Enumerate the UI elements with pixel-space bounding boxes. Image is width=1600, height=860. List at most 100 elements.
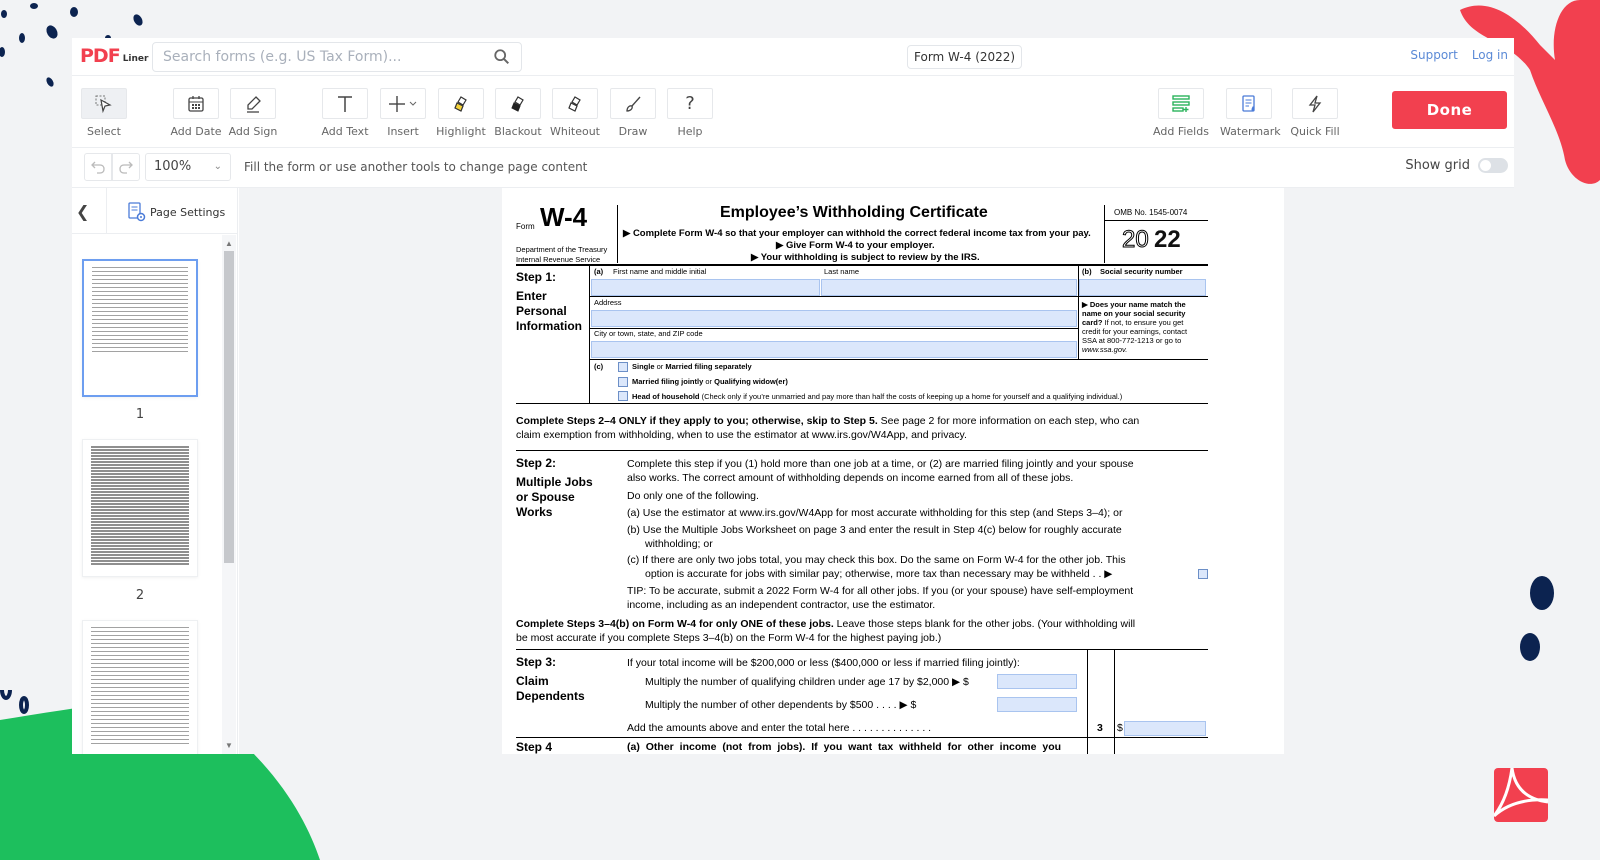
filing-head-household-checkbox[interactable] <box>618 391 628 401</box>
tool-blackout-label: Blackout <box>494 125 542 138</box>
page-thumbnails: 1 2 <box>72 235 222 754</box>
step3-line-total: Add the amounts above and enter the tota… <box>627 722 932 734</box>
tool-add-fields[interactable]: Add Fields <box>1152 88 1210 138</box>
pdf-app-icon <box>1494 768 1548 822</box>
children-amount-input[interactable] <box>997 674 1077 689</box>
login-link[interactable]: Log in <box>1472 48 1508 62</box>
decor-navy-blobs-right <box>1520 576 1554 661</box>
ssn-note-6: www.ssa.gov. <box>1082 345 1128 354</box>
paint-brush-icon <box>626 96 641 112</box>
filing-0-bold2: Married filing separately <box>665 362 752 371</box>
tool-add-text-label: Add Text <box>321 125 369 138</box>
total-dollar-sign: $ <box>1117 722 1123 734</box>
tool-help-label: Help <box>677 125 703 138</box>
ssn-input[interactable] <box>1079 279 1206 296</box>
ssn-note-3: If not, to ensure you get <box>1102 318 1184 327</box>
step2-option-b1: (b) Use the Multiple Jobs Worksheet on p… <box>627 524 1122 536</box>
zoom-select[interactable]: 100% ⌄ <box>145 153 231 181</box>
collapse-sidebar-icon[interactable]: ❮ <box>76 202 89 221</box>
filing-1-mid: or <box>703 377 715 386</box>
step1-title: Step 1: <box>516 270 557 284</box>
field-b-label: (b) <box>1082 267 1092 276</box>
show-grid-toggle[interactable] <box>1478 158 1508 173</box>
tool-select-label: Select <box>87 125 121 138</box>
pdfliner-logo[interactable]: PDF Liner <box>80 46 148 66</box>
page-number-2: 2 <box>135 588 145 603</box>
step2-option-c1: (c) If there are only two jobs total, yo… <box>627 554 1126 566</box>
blackout-brush-icon <box>511 95 524 112</box>
step2-title: Step 2: <box>516 456 557 470</box>
tool-select[interactable]: Select <box>75 88 133 138</box>
step1-name-2: Personal <box>516 304 567 318</box>
ssn-note-3-bold: card? <box>1082 318 1103 327</box>
support-link[interactable]: Support <box>1410 48 1457 62</box>
lightning-icon <box>1308 95 1322 112</box>
tool-whiteout-label: Whiteout <box>550 125 600 138</box>
tool-add-sign-label: Add Sign <box>228 125 278 138</box>
filing-single-checkbox[interactable] <box>618 362 628 372</box>
tool-insert[interactable]: Insert <box>374 88 432 138</box>
hint-text: Fill the form or use another tools to ch… <box>244 160 588 174</box>
tool-draw[interactable]: Draw <box>604 88 662 138</box>
first-name-label: First name and middle initial <box>613 267 707 276</box>
page-settings-button[interactable]: Page Settings <box>128 202 225 222</box>
field-a-label: (a) <box>594 267 604 276</box>
filing-2-bold1: Head of household <box>632 392 700 401</box>
page-thumbnail-1[interactable] <box>82 259 198 397</box>
tool-watermark-label: Watermark <box>1220 125 1281 138</box>
search-input[interactable] <box>163 49 493 65</box>
tool-blackout[interactable]: Blackout <box>489 88 547 138</box>
tool-add-sign[interactable]: Add Sign <box>224 88 282 138</box>
add-fields-icon <box>1172 94 1190 112</box>
step4-title: Step 4 <box>516 740 553 754</box>
step2-tip-2: income, including as an independent cont… <box>627 599 936 611</box>
redo-button[interactable] <box>112 153 140 181</box>
other-dependents-amount-input[interactable] <box>997 697 1077 712</box>
tool-help[interactable]: ? Help <box>661 88 719 138</box>
whiteout-brush-icon <box>568 95 581 112</box>
undo-button[interactable] <box>84 153 112 181</box>
steps34-note-rest: Leave those steps blank for the other jo… <box>833 618 1136 630</box>
address-input[interactable] <box>591 310 1077 327</box>
tool-whiteout[interactable]: Whiteout <box>546 88 604 138</box>
step1-name-3: Information <box>516 319 582 333</box>
two-jobs-checkbox[interactable] <box>1198 569 1208 579</box>
filing-1-bold2: Qualifying widow(er) <box>714 377 788 386</box>
tool-quick-fill[interactable]: Quick Fill <box>1286 88 1344 138</box>
question-icon: ? <box>685 93 695 114</box>
dependents-total-input[interactable] <box>1124 721 1206 736</box>
step2-option-b2: withholding; or <box>645 538 713 550</box>
dept-irs: Internal Revenue Service <box>516 255 601 264</box>
filing-married-checkbox[interactable] <box>618 377 628 387</box>
filing-2-rest: (Check only if you’re unmarried and pay … <box>699 392 1123 401</box>
omb-number: OMB No. 1545-0074 <box>1114 208 1188 217</box>
chevron-down-icon: ⌄ <box>213 161 222 172</box>
search-icon[interactable] <box>493 48 511 66</box>
city-state-zip-input[interactable] <box>591 341 1077 358</box>
tool-add-date[interactable]: Add Date <box>167 88 225 138</box>
year-bold: 22 <box>1154 226 1181 253</box>
done-button[interactable]: Done <box>1392 91 1507 129</box>
ssn-note-2: name on your social security <box>1082 309 1186 318</box>
step2-name-1: Multiple Jobs <box>516 475 593 489</box>
tool-add-text[interactable]: Add Text <box>316 88 374 138</box>
tool-quick-fill-label: Quick Fill <box>1290 125 1340 138</box>
year-outline: 20 <box>1122 226 1150 254</box>
top-bar: PDF Liner Form W-4 (2022) Support Log in <box>72 38 1514 76</box>
page-thumbnail-3[interactable] <box>82 620 198 754</box>
scroll-down-icon[interactable]: ▼ <box>225 741 233 750</box>
scrollbar-thumb[interactable] <box>224 251 234 563</box>
tool-watermark[interactable]: Watermark <box>1220 88 1281 138</box>
scroll-up-icon[interactable]: ▲ <box>225 239 233 248</box>
first-name-input[interactable] <box>591 279 820 296</box>
city-label: City or town, state, and ZIP code <box>594 329 703 338</box>
step4-option-a: (a) Other income (not from jobs). If you… <box>627 741 1062 753</box>
step2-name-3: Works <box>516 505 553 519</box>
step2-option-a: (a) Use the estimator at www.irs.gov/W4A… <box>627 507 1123 519</box>
last-name-input[interactable] <box>821 279 1077 296</box>
sidebar-scrollbar[interactable]: ▲ ▼ <box>222 235 236 754</box>
step3-title: Step 3: <box>516 655 557 669</box>
step3-line-other: Multiply the number of other dependents … <box>645 699 917 711</box>
page-thumbnail-2[interactable] <box>82 439 198 577</box>
tool-highlight[interactable]: Highlight <box>432 88 490 138</box>
